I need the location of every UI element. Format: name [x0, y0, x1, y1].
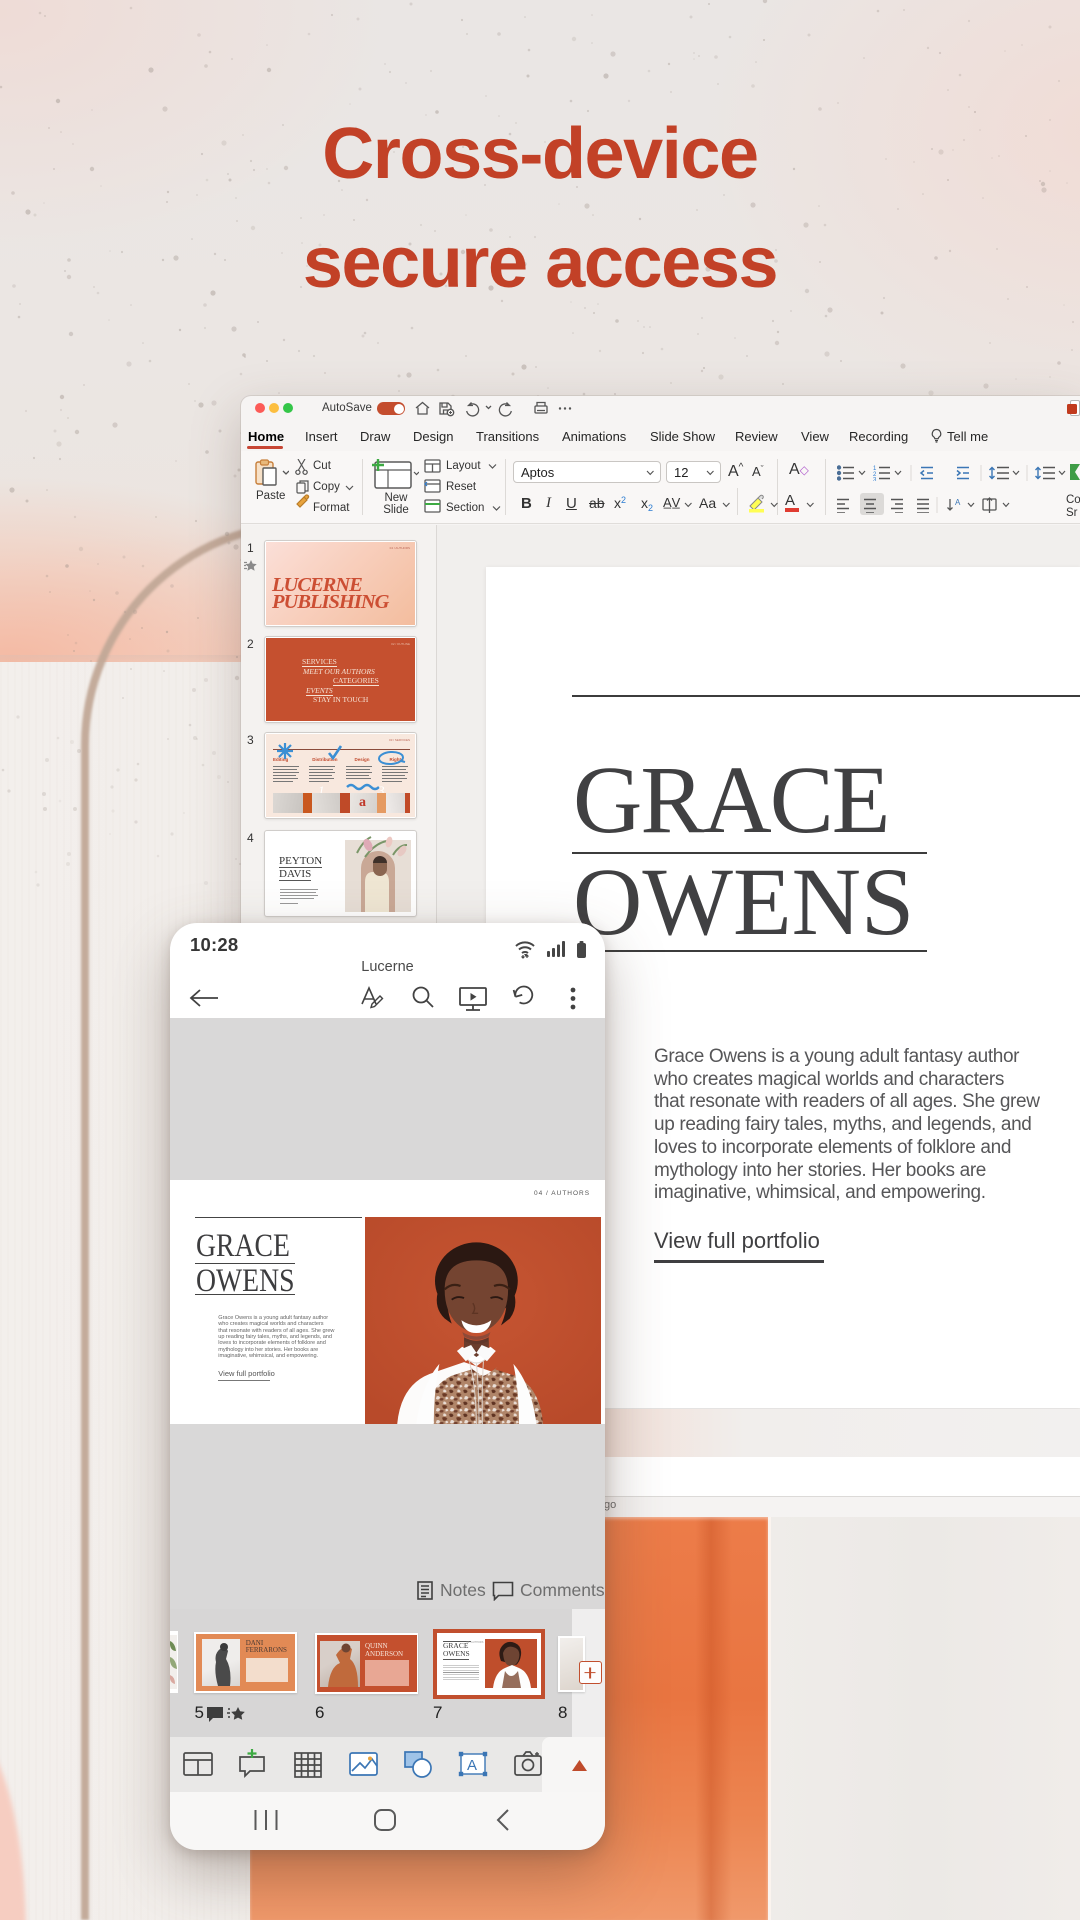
svg-text:3: 3 [873, 478, 877, 482]
svg-text:A: A [955, 498, 961, 507]
svg-text:A: A [467, 1757, 477, 1774]
